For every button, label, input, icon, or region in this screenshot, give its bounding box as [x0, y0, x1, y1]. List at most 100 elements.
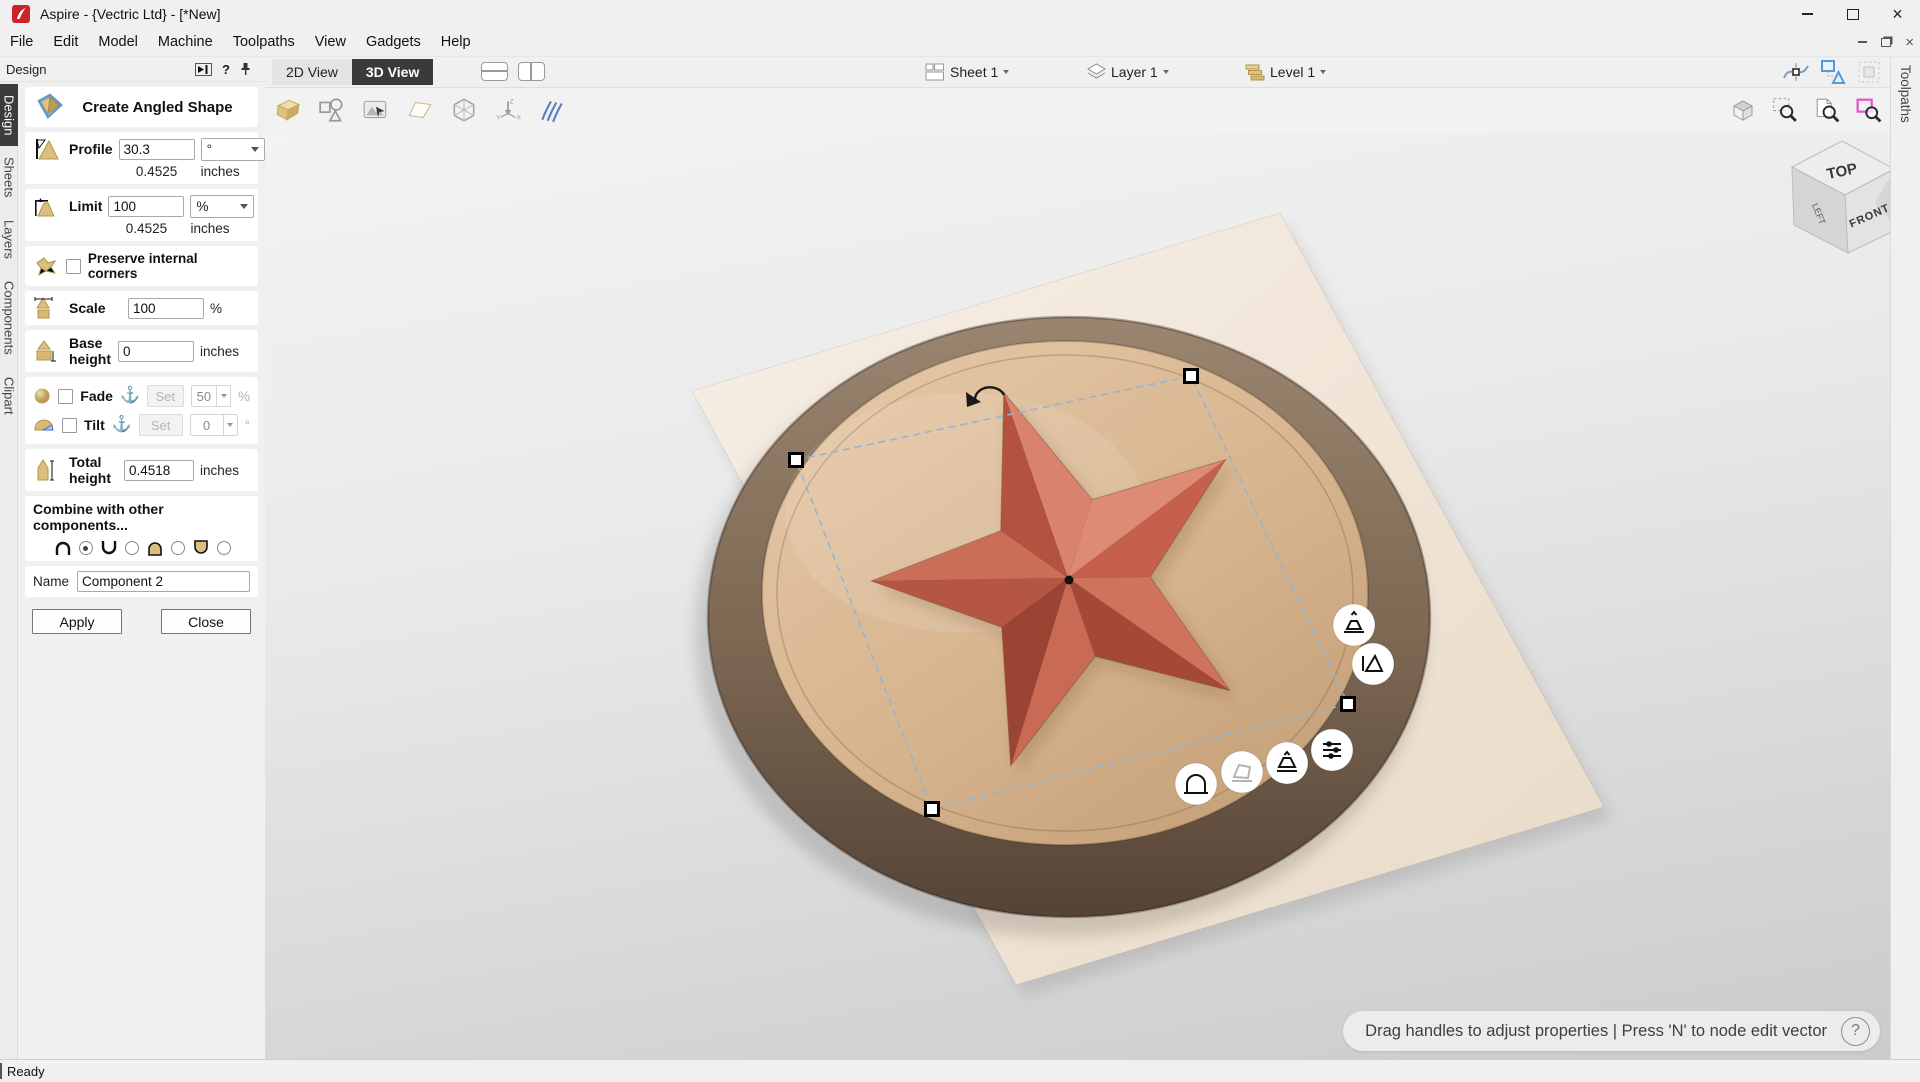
center-point-handle[interactable] [1065, 575, 1074, 584]
component-name-input[interactable] [77, 571, 250, 592]
corner-handle[interactable] [926, 802, 939, 815]
tab-clipart[interactable]: Clipart [0, 366, 18, 426]
wireframe-button[interactable] [447, 93, 481, 127]
origin-button[interactable]: ZYX [491, 93, 525, 127]
close-form-button[interactable]: Close [161, 609, 251, 634]
split-horizontal-icon[interactable] [481, 62, 508, 81]
tab-design[interactable]: Design [0, 84, 18, 146]
angled-shape-icon [33, 93, 65, 121]
tab-sheets[interactable]: Sheets [0, 146, 18, 208]
preserve-corners-checkbox[interactable] [66, 259, 81, 274]
3d-view-canvas[interactable]: TOP LEFT FRONT Drag handles to adjust pr… [265, 133, 1890, 1059]
shaded-view-button[interactable] [1728, 95, 1758, 125]
apply-button[interactable]: Apply [32, 609, 122, 634]
menu-file[interactable]: File [0, 28, 43, 56]
limit-input[interactable] [108, 196, 184, 217]
corner-handle[interactable] [1342, 697, 1355, 710]
window-title: Aspire - {Vectric Ltd} - [*New] [40, 6, 221, 22]
tilt-value-spinner[interactable]: 0 [190, 414, 238, 436]
menu-model[interactable]: Model [88, 28, 148, 56]
scale-icon [33, 296, 57, 320]
panel-help-icon[interactable]: ? [222, 62, 230, 77]
close-button[interactable]: × [1875, 0, 1920, 28]
adjust-handle-button[interactable] [1311, 729, 1353, 771]
corner-handle[interactable] [1185, 369, 1198, 382]
pin-icon[interactable] [240, 62, 251, 76]
title-bar: Aspire - {Vectric Ltd} - [*New] × [0, 0, 1920, 28]
mdi-restore-icon[interactable] [1881, 38, 1891, 47]
help-button[interactable]: ? [1841, 1017, 1870, 1046]
menu-edit[interactable]: Edit [43, 28, 88, 56]
tab-toolpaths[interactable]: Toolpaths [1898, 65, 1913, 123]
material-block-button[interactable] [271, 93, 305, 127]
profile-unit-select[interactable]: ° [201, 138, 265, 161]
sheet-value: Sheet 1 [950, 64, 998, 80]
menu-gadgets[interactable]: Gadgets [356, 28, 431, 56]
profile-sub-unit: inches [201, 164, 265, 179]
bitmap-button[interactable] [359, 93, 393, 127]
transform-vectors-icon[interactable] [1819, 59, 1847, 85]
zoom-selection-button[interactable] [1770, 95, 1800, 125]
scale-label: Scale [69, 300, 122, 316]
level-icon [1245, 63, 1265, 81]
corner-handle[interactable] [790, 453, 803, 466]
total-height-input[interactable] [124, 460, 194, 481]
zoom-box-button[interactable] [1854, 95, 1884, 125]
tab-3d-view[interactable]: 3D View [352, 59, 433, 85]
level-selector[interactable]: Level 1 [1245, 63, 1326, 81]
menu-toolpaths[interactable]: Toolpaths [223, 28, 305, 56]
menu-help[interactable]: Help [431, 28, 481, 56]
view-cube[interactable]: TOP LEFT FRONT [1792, 141, 1890, 253]
fade-set-button[interactable]: Set [147, 385, 184, 407]
base-height-handle-button[interactable] [1266, 742, 1308, 784]
scale-unit: % [210, 301, 250, 316]
combine-low-radio[interactable] [217, 541, 231, 555]
mdi-close-icon[interactable]: × [1905, 35, 1914, 50]
fade-anchor-icon[interactable]: ⚓ [120, 388, 140, 404]
limit-handle-button[interactable] [1333, 604, 1375, 646]
name-label: Name [33, 574, 69, 589]
tilt-checkbox[interactable] [62, 418, 77, 433]
chevron-down-icon [221, 394, 227, 398]
scale-input[interactable] [128, 298, 204, 319]
tab-components[interactable]: Components [0, 270, 18, 366]
collapse-panel-icon[interactable] [195, 63, 212, 76]
zoom-drawing-button[interactable] [1812, 95, 1842, 125]
tilt-anchor-icon[interactable]: ⚓ [112, 417, 132, 433]
base-height-input[interactable] [118, 341, 194, 362]
fade-checkbox[interactable] [58, 389, 73, 404]
menu-machine[interactable]: Machine [148, 28, 223, 56]
combine-subtract-radio[interactable] [125, 541, 139, 555]
minimize-button[interactable] [1785, 0, 1830, 28]
layer-selector[interactable]: Layer 1 [1087, 63, 1169, 81]
maximize-button[interactable] [1830, 0, 1875, 28]
svg-text:X: X [517, 115, 522, 122]
fade-value-spinner[interactable]: 50 [191, 385, 231, 407]
profile-input[interactable] [119, 139, 195, 160]
node-edit-icon[interactable] [1782, 59, 1810, 85]
limit-unit-select[interactable]: % [190, 195, 254, 218]
tab-2d-view[interactable]: 2D View [272, 59, 352, 85]
level-value: Level 1 [1270, 64, 1315, 80]
split-vertical-icon[interactable] [518, 62, 545, 81]
combine-add-radio[interactable] [79, 541, 93, 555]
tab-layers[interactable]: Layers [0, 209, 18, 270]
align-disabled-icon[interactable] [1856, 59, 1882, 85]
combine-merge-radio[interactable] [171, 541, 185, 555]
solid-sheet-button[interactable] [403, 93, 437, 127]
fade-value: 50 [192, 389, 216, 404]
profile-handle-button[interactable] [1175, 763, 1217, 805]
limit-unit-value: % [196, 199, 208, 214]
zoom-drawing-icon [1814, 97, 1840, 123]
resize-grip[interactable] [0, 1063, 2, 1079]
toolpath-drag-button[interactable] [535, 93, 569, 127]
mdi-minimize-icon[interactable] [1858, 41, 1867, 43]
tilt-handle-button[interactable] [1352, 643, 1394, 685]
scale-handle-button[interactable] [1221, 751, 1263, 793]
draw-vectors-button[interactable] [315, 93, 349, 127]
material-block-icon [274, 97, 302, 123]
sheet-selector[interactable]: Sheet 1 [925, 63, 1009, 81]
tilt-set-button[interactable]: Set [139, 414, 183, 436]
menu-view[interactable]: View [305, 28, 356, 56]
fade-icon [33, 385, 51, 407]
